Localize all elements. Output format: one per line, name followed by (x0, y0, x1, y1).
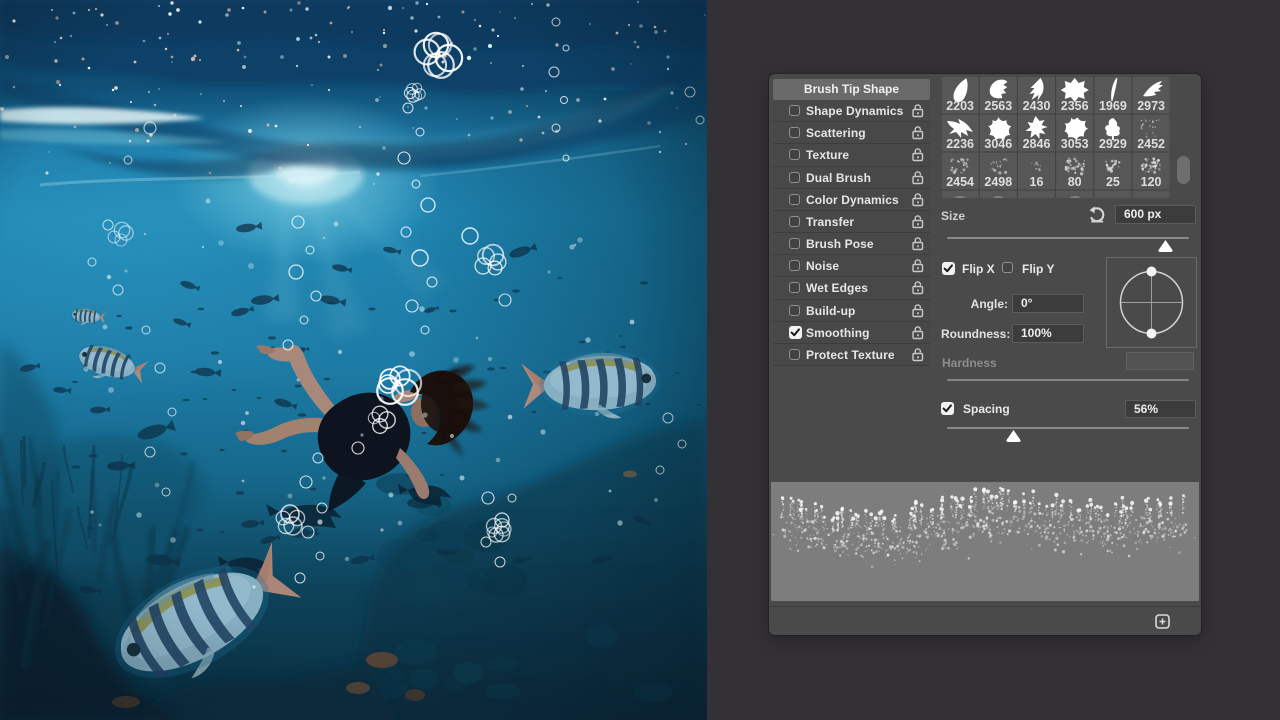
svg-text:25: 25 (1106, 175, 1120, 189)
svg-text:120: 120 (1141, 175, 1162, 189)
svg-text:2203: 2203 (946, 99, 974, 113)
svg-text:80: 80 (1068, 175, 1082, 189)
svg-text:3046: 3046 (984, 137, 1012, 151)
svg-text:2454: 2454 (946, 175, 974, 189)
svg-text:2498: 2498 (984, 175, 1012, 189)
svg-text:2563: 2563 (984, 99, 1012, 113)
svg-text:2236: 2236 (946, 137, 974, 151)
svg-text:2929: 2929 (1099, 137, 1127, 151)
svg-text:16: 16 (1030, 175, 1044, 189)
svg-text:2973: 2973 (1137, 99, 1165, 113)
svg-text:2846: 2846 (1023, 137, 1051, 151)
svg-text:2452: 2452 (1137, 137, 1165, 151)
svg-text:3053: 3053 (1061, 137, 1089, 151)
svg-text:2430: 2430 (1023, 99, 1051, 113)
svg-text:1969: 1969 (1099, 99, 1127, 113)
svg-text:2356: 2356 (1061, 99, 1089, 113)
